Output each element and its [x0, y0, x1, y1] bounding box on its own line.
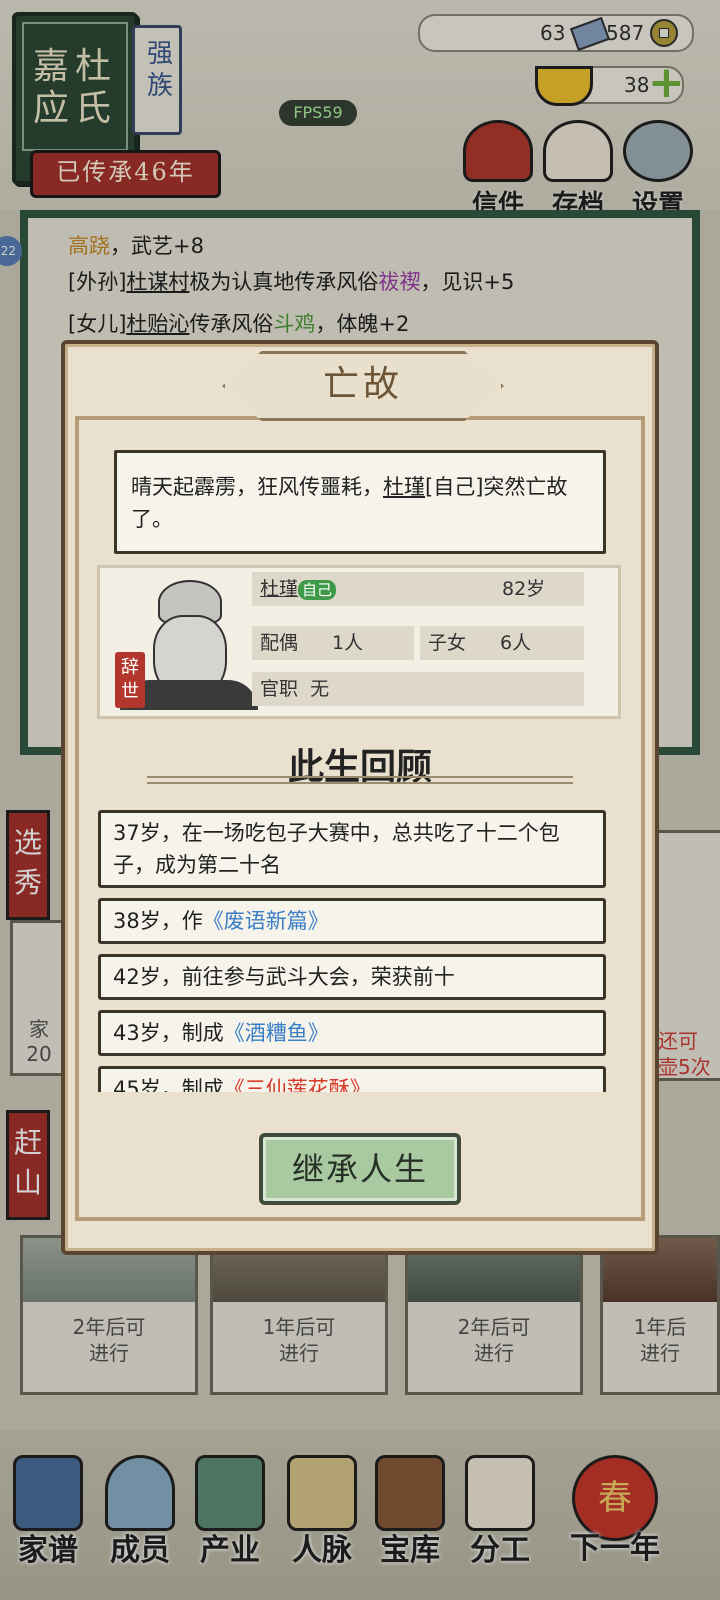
life-event: 42岁，前往参与武斗大会，荣获前十	[98, 954, 606, 1000]
deceased-stamp: 辞世	[115, 652, 145, 708]
continue-life-button[interactable]: 继承人生	[259, 1133, 461, 1205]
title-divider	[147, 776, 573, 784]
dialog-title: 亡故	[222, 351, 504, 421]
life-events-list[interactable]: 37岁，在一场吃包子大赛中，总共吃了十二个包子，成为第二十名 38岁，作《废语新…	[98, 810, 622, 1092]
children-row: 子女 6人	[420, 626, 584, 660]
profile-name[interactable]: 杜瑾	[260, 578, 298, 600]
life-event: 43岁，制成《酒糟鱼》	[98, 1010, 606, 1056]
deceased-name-link[interactable]: 杜瑾	[383, 475, 425, 499]
profile-name-row: 杜瑾 自己 82岁	[252, 572, 584, 606]
self-badge: 自己	[298, 579, 337, 600]
life-event: 37岁，在一场吃包子大赛中，总共吃了十二个包子，成为第二十名	[98, 810, 606, 888]
death-message: 晴天起霹雳，狂风传噩耗，杜瑾[自己]突然亡故了。	[114, 450, 606, 554]
profile-age: 82岁	[502, 578, 546, 600]
office-row: 官职 无	[252, 672, 584, 706]
life-event: 38岁，作《废语新篇》	[98, 898, 606, 944]
life-event: 45岁，制成《三仙莲花酥》	[98, 1066, 606, 1092]
spouse-row: 配偶 1人	[252, 626, 414, 660]
